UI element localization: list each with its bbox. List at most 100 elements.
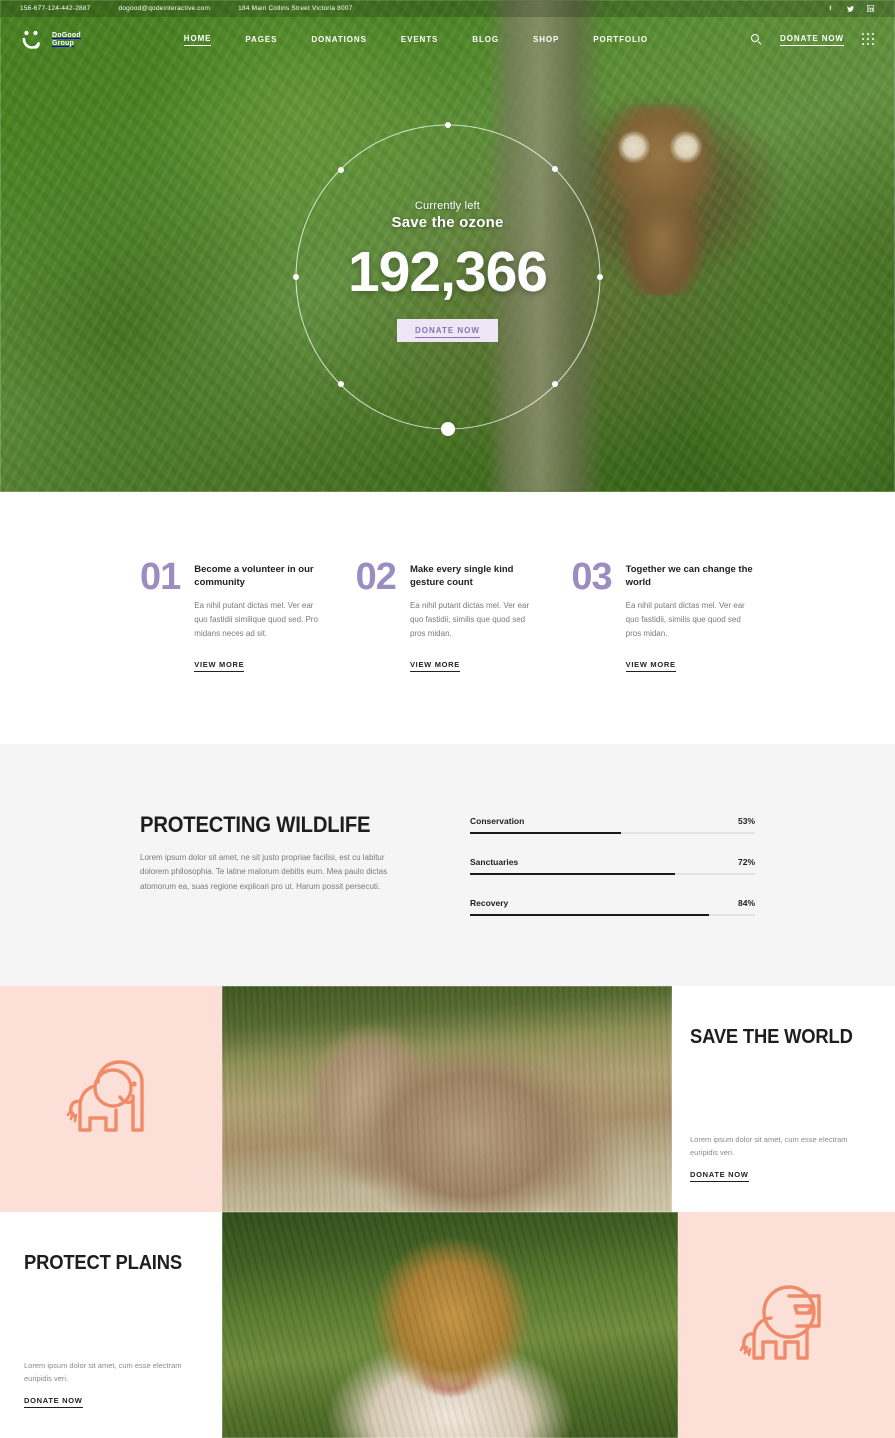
search-icon[interactable] [751,34,762,45]
wildlife-container: PROTECTING WILDLIFE Lorem ipsum dolor si… [140,812,755,916]
nav-item-blog[interactable]: BLOG [472,35,499,44]
top-bar: 156-677-124-442-2887 dogood@qodeinteract… [0,0,895,17]
step-item-02: 02 Make every single kind gesture count … [355,556,540,672]
smiley-face-svg [22,30,40,49]
main-navigation: HOME PAGES DONATIONS EVENTS BLOG SHOP PO… [81,34,751,46]
promo-row-save-the-world: SAVE THE WORLD Lorem ipsum dolor sit ame… [0,985,895,1212]
promo-donate-link[interactable]: DONATE NOW [24,1396,83,1408]
progress-bar-head: Conservation 53% [470,816,755,826]
hero-subtitle: Currently left [414,200,481,213]
progress-bar-head: Sanctuaries 72% [470,857,755,867]
step-title: Make every single kind gesture count [409,564,514,588]
social-links: f [826,4,875,13]
progress-bar-percent: 53% [737,815,755,826]
wildlife-progress-column: Conservation 53% Sanctuaries 72% Recover… [470,812,755,916]
logo-line-1: DoGood [52,31,81,39]
step-view-more-link[interactable]: VIEW MORE [194,659,245,672]
promo-heading: SAVE THE WORLD [690,1025,853,1048]
steps-section: 01 Become a volunteer in our community E… [0,492,895,744]
progress-bar-percent: 72% [737,856,755,867]
progress-bar-track [470,831,755,834]
progress-bar-conservation: Conservation 53% [470,816,755,834]
promo-image-elephant [222,985,672,1212]
step-number: 03 [571,556,612,598]
elephant-photo [222,985,672,1212]
topbar-email[interactable]: dogood@qodeinteractive.com [119,5,211,12]
lion-icon [739,1284,821,1360]
header-actions: DONATE NOW [751,33,875,46]
progress-bar-head: Recovery 84% [470,898,755,908]
step-title: Together we can change the world [625,564,753,588]
step-item-03: 03 Together we can change the world Ea n… [571,556,755,672]
hero-section: 156-677-124-442-2887 dogood@qodeinteract… [0,0,895,492]
progress-bar-fill [470,831,622,834]
step-number: 01 [140,556,181,598]
progress-bar-fill [470,872,676,875]
topbar-phone: 156-677-124-442-2887 [20,5,91,12]
progress-bar-label: Recovery [470,897,509,908]
site-logo[interactable]: DoGood Group [20,27,81,53]
wildlife-text-column: PROTECTING WILDLIFE Lorem ipsum dolor si… [140,812,410,916]
progress-bar-recovery: Recovery 84% [470,898,755,916]
promo-paragraph: Lorem ipsum dolor sit amet, cum esse ele… [690,1134,848,1158]
smiley-face-icon [20,27,46,53]
step-view-more-link[interactable]: VIEW MORE [409,659,461,672]
promo-icon-cell-elephant [0,985,222,1212]
wildlife-paragraph: Lorem ipsum dolor sit amet, ne sit justo… [140,852,388,892]
linkedin-icon[interactable] [866,4,875,13]
step-title: Become a volunteer in our community [194,564,314,588]
wildlife-heading: PROTECTING WILDLIFE [140,811,371,837]
protecting-wildlife-section: PROTECTING WILDLIFE Lorem ipsum dolor si… [0,743,895,986]
promo-spacer [690,1049,873,1133]
promo-icon-cell-lion [678,1211,895,1438]
grid-menu-icon[interactable] [862,33,875,46]
elephant-icon [66,1059,144,1132]
nav-item-home[interactable]: HOME [183,34,212,46]
step-body: Become a volunteer in our community Ea n… [194,560,323,672]
linkedin-glyph-icon [867,5,874,12]
hero-title: Save the ozone [391,214,504,232]
promo-text-protect-plains: PROTECT PLAINS Lorem ipsum dolor sit ame… [0,1211,222,1438]
nav-item-pages[interactable]: PAGES [245,35,277,44]
progress-bar-label: Conservation [470,815,525,826]
progress-bar-fill [470,913,710,916]
lion-photo [222,1211,678,1438]
progress-bar-label: Sanctuaries [470,856,519,867]
step-text: Ea nihil putant dictas mel. Ver ear quo … [625,600,745,638]
topbar-address: 184 Main Collins Street Victoria 8007 [238,5,353,12]
promo-row-protect-plains: PROTECT PLAINS Lorem ipsum dolor sit ame… [0,1211,895,1438]
hero-donate-button[interactable]: DONATE NOW [397,318,498,342]
step-body: Make every single kind gesture count Ea … [409,560,539,672]
twitter-bird-icon [847,5,854,12]
promo-heading: PROTECT PLAINS [24,1251,182,1274]
step-item-01: 01 Become a volunteer in our community E… [140,556,324,672]
step-view-more-link[interactable]: VIEW MORE [625,659,676,672]
progress-bar-percent: 84% [737,897,755,908]
nav-item-events[interactable]: EVENTS [401,35,438,44]
progress-bar-track [470,913,755,916]
twitter-icon[interactable] [846,4,855,13]
nav-item-donations[interactable]: DONATIONS [311,35,367,44]
steps-container: 01 Become a volunteer in our community E… [140,556,755,672]
logo-line-2: Group [52,39,74,47]
nav-item-shop[interactable]: SHOP [533,35,559,44]
step-text: Ea nihil putant dictas mel. Ver ear quo … [409,600,530,638]
hero-content: Currently left Save the ozone 192,366 DO… [0,62,895,492]
promo-text-save-the-world: SAVE THE WORLD Lorem ipsum dolor sit ame… [672,985,895,1212]
hero-counter: 192,366 [347,240,548,305]
promo-image-lion [222,1211,678,1438]
promo-donate-link[interactable]: DONATE NOW [690,1170,749,1182]
hero-text-block: Currently left Save the ozone 192,366 DO… [347,200,548,342]
promo-spacer [24,1275,204,1359]
promo-paragraph: Lorem ipsum dolor sit amet, cum esse ele… [24,1360,182,1384]
nav-item-portfolio[interactable]: PORTFOLIO [593,35,648,44]
step-body: Together we can change the world Ea nihi… [625,560,755,672]
facebook-icon[interactable]: f [826,4,835,13]
step-number: 02 [355,556,397,598]
step-text: Ea nihil putant dictas mel. Ver ear quo … [194,600,318,638]
header-donate-button[interactable]: DONATE NOW [780,34,844,46]
site-header: DoGood Group HOME PAGES DONATIONS EVENTS… [0,17,895,62]
logo-wordmark: DoGood Group [52,32,81,48]
hero-donate-button-label: DONATE NOW [415,325,480,338]
promo-grid: SAVE THE WORLD Lorem ipsum dolor sit ame… [0,985,895,1438]
